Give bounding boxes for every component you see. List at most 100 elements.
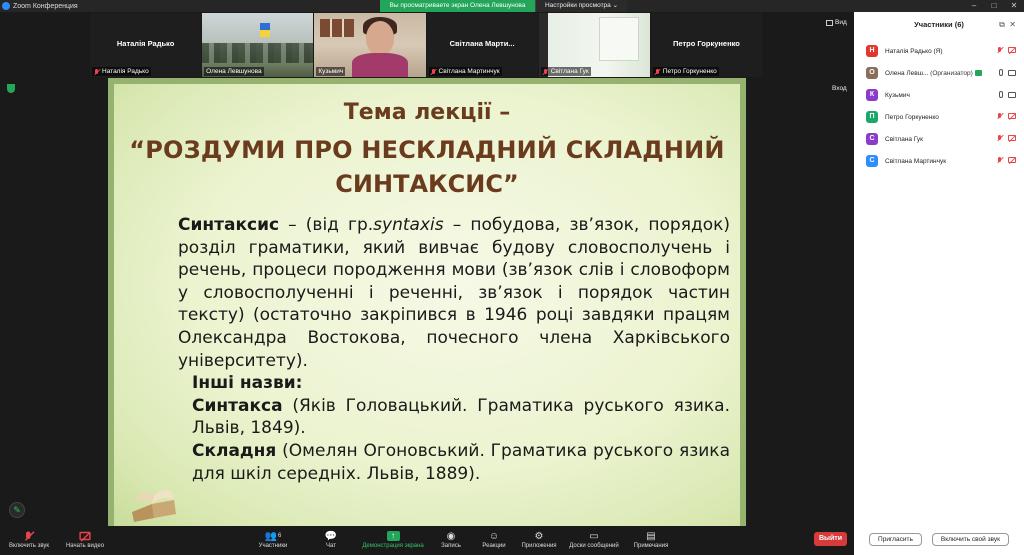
view-button[interactable]: Вид [826,19,847,26]
close-button[interactable]: ✕ [1004,0,1024,12]
sharing-badge-icon [974,69,982,76]
avatar: О [866,67,878,79]
popout-icon[interactable]: ⧉ [999,20,1005,29]
security-shield-icon[interactable] [7,84,15,93]
participant-name: Світлана Гук [885,135,924,143]
mic-muted-icon [431,68,437,75]
video-tile[interactable]: Кузьмич [314,13,426,77]
participant-name: Олена Левш... (Организатор) [885,70,982,77]
slide-title-line3: СИНТАКСИС” [335,170,519,198]
mic-muted-icon [543,68,549,75]
term-syntaksa: Синтакса [192,395,283,416]
chat-button[interactable]: 💬 Чат [306,530,356,550]
panel-header-icons: ⧉ ✕ [999,16,1016,34]
video-off-icon [1008,135,1016,141]
video-tile[interactable]: Наталія Радько Наталія Радько [90,13,202,77]
chat-label: Чат [326,543,336,549]
view-mode-button[interactable]: Вход [832,85,847,92]
share-screen-button[interactable]: ↑ Демонстрация экрана [356,530,430,549]
tile-label-text: Наталія Радько [102,68,149,75]
participant-status-icons [997,135,1016,141]
apps-label: Приложения [521,543,557,549]
reactions-button[interactable]: ☺ Реакции [469,530,519,550]
video-feed [320,19,355,37]
term-skladnia: Складня [192,440,277,461]
video-tile[interactable]: Світлана Гук [538,13,650,77]
mic-on-icon [999,91,1003,98]
skladnia-entry: Складня (Омелян Огоновський. Граматика р… [168,440,730,485]
video-tile[interactable]: Олена Левшунова [202,13,314,77]
unmute-myself-button[interactable]: Включить свой звук [931,533,1009,546]
participant-name: Петро Горкуненко [885,113,939,121]
apps-button[interactable]: ⚙ Приложения [514,530,564,550]
window-controls: – □ ✕ [964,0,1024,12]
participant-row[interactable]: С Світлана Мартинчук [854,150,1024,172]
participants-label: Участники [258,543,288,549]
unmute-button[interactable]: Включить звук [4,530,54,549]
viewing-screen-banner: Вы просматриваете экран Олена Левшунова [380,0,535,12]
view-mode-label: Вход [832,85,847,92]
notes-icon: ▤ [646,530,656,542]
participant-name-text: Олена Левш... [885,69,929,77]
participants-list: Н Наталія Радько (Я) О Олена Левш... (Ор… [854,40,1024,172]
participant-status-icons [997,157,1016,163]
tile-label-text: Світлана Гук [550,68,589,75]
whiteboard-icon: ▭ [589,530,599,542]
tile-label: Петро Горкуненко [652,67,719,76]
video-off-icon [1008,113,1016,119]
participants-icon: 👥 [264,530,278,542]
minimize-button[interactable]: – [964,0,984,12]
share-banner: Вы просматриваете экран Олена Левшунова … [380,0,627,12]
meeting-toolbar: Включить звук Начать видео 👥 6 Участники … [0,528,854,555]
notes-button[interactable]: ▤ Примечания [626,530,676,550]
participants-button[interactable]: 👥 6 Участники [248,530,298,550]
shared-screen-slide: Тема лекції – “РОЗДУМИ ПРО НЕСКЛАДНИЙ СК… [108,78,746,526]
participants-count: 6 [278,533,282,539]
avatar: П [866,111,878,123]
tile-label-text: Кузьмич [318,68,344,75]
chat-icon: 💬 [324,530,338,542]
reactions-label: Реакции [482,543,506,549]
tile-center-name: Світлана Марти... [449,39,515,48]
video-tile[interactable]: Петро Горкуненко Петро Горкуненко [650,13,763,77]
participant-row[interactable]: Н Наталія Радько (Я) [854,40,1024,62]
video-tile[interactable]: Світлана Марти... Світлана Мартинчук [426,13,538,77]
participant-row[interactable]: К Кузьмич [854,84,1024,106]
tile-label-text: Петро Горкуненко [662,68,717,75]
mic-muted-icon [655,68,661,75]
avatar: С [866,155,878,167]
video-feed [366,21,395,55]
definition-paragraph: Синтаксис – (від гр.syntaxis – побудова,… [168,214,730,372]
video-feed [352,53,409,77]
participant-row[interactable]: П Петро Горкуненко [854,106,1024,128]
leave-button[interactable]: Выйти [814,532,847,546]
other-names-heading: Інші назви: [192,373,303,394]
avatar: К [866,89,878,101]
video-feed [260,23,271,37]
avatar: С [866,133,878,145]
invite-button[interactable]: Пригласить [869,533,922,546]
annotate-pen-icon[interactable]: ✎ [9,502,25,518]
definition-greek: syntaxis [373,215,444,235]
tile-center-name: Наталія Радько [116,39,175,48]
syntaksa-entry: Синтакса (Яків Головацький. Граматика ру… [168,395,730,440]
participants-header: Участники (6) ⧉ ✕ [854,16,1024,34]
video-feed [202,43,314,63]
participant-row[interactable]: О Олена Левш... (Организатор) [854,62,1024,84]
slide-body: Синтаксис – (від гр.syntaxis – побудова,… [168,214,730,485]
view-options-button[interactable]: Настройки просмотра ⌄ [535,0,627,12]
participant-row[interactable]: С Світлана Гук [854,128,1024,150]
mic-muted-icon [997,135,1003,141]
definition-text: – (від гр. [279,215,374,235]
start-video-button[interactable]: Начать видео [60,530,110,549]
whiteboards-button[interactable]: ▭ Доски сообщений [562,530,626,550]
participant-role: (Организатор) [928,69,973,77]
maximize-button[interactable]: □ [984,0,1004,12]
participant-status-icons [999,91,1016,98]
participants-footer: Пригласить Включить свой звук [854,533,1024,546]
share-screen-icon: ↑ [386,531,400,541]
mic-on-icon [999,69,1003,76]
tile-label: Кузьмич [316,67,346,76]
panel-close-icon[interactable]: ✕ [1009,20,1016,29]
notes-label: Примечания [633,543,669,549]
